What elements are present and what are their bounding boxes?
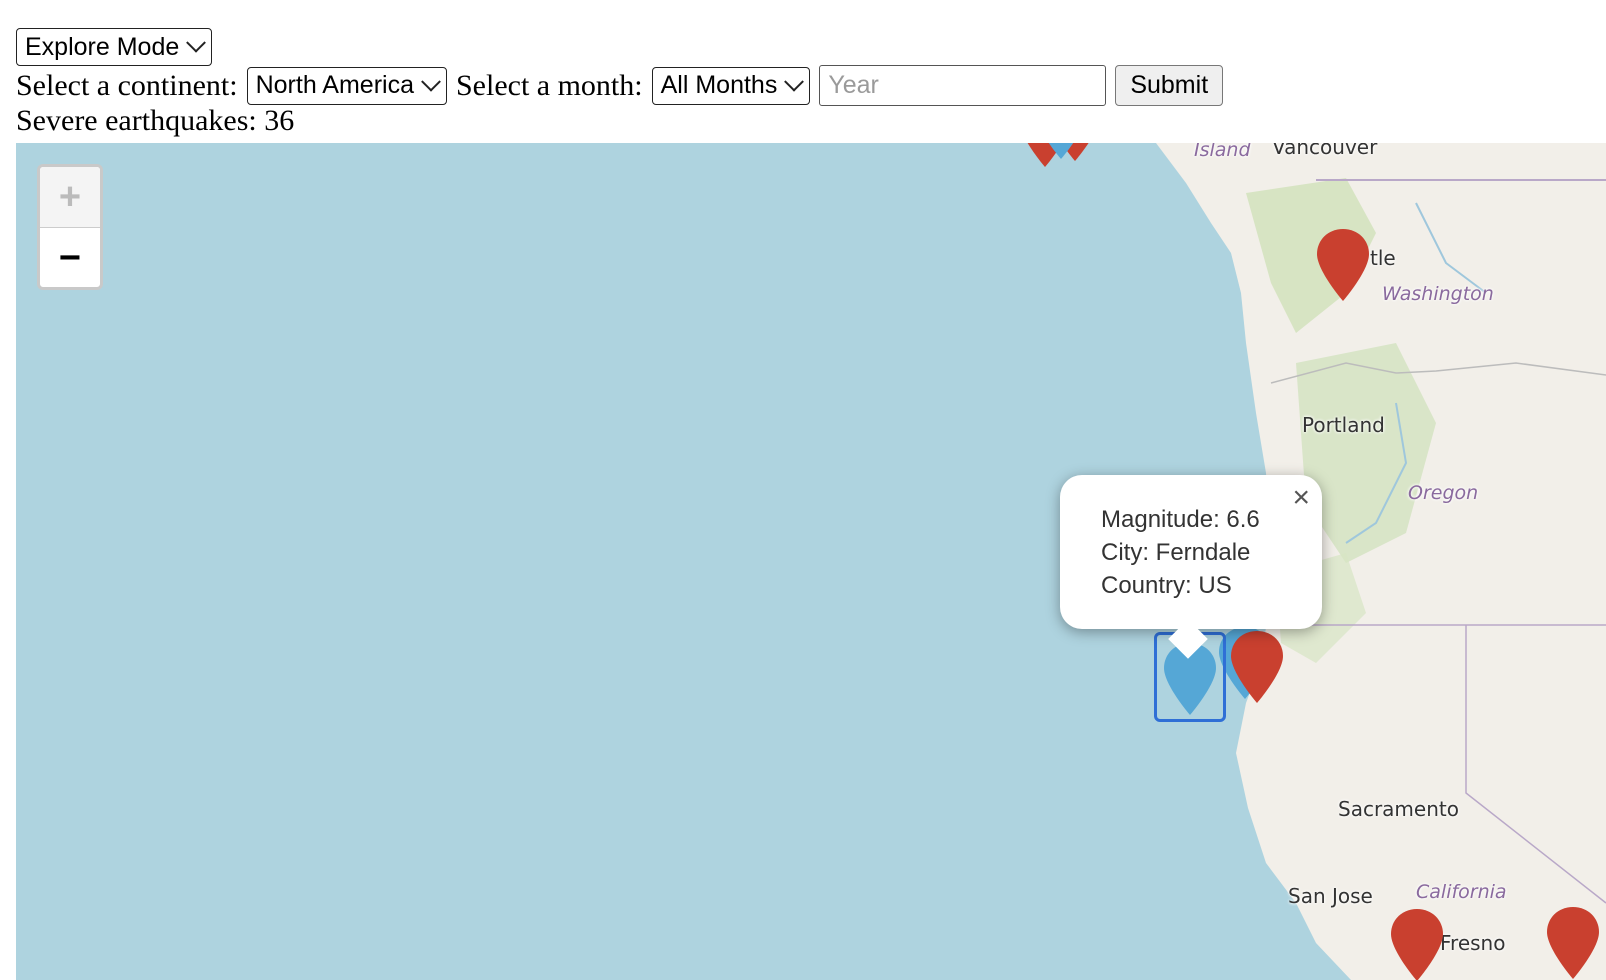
- place-label-island: Island: [1194, 143, 1251, 161]
- place-label-portland: Portland: [1302, 413, 1385, 437]
- place-label-seattle: tle: [1370, 246, 1396, 270]
- earthquake-marker[interactable]: [1032, 143, 1090, 163]
- continent-label: Select a continent:: [16, 68, 238, 102]
- mode-select[interactable]: Explore Mode: [16, 28, 213, 66]
- chevron-down-icon: [186, 32, 207, 53]
- popup-country: Country: US: [1101, 572, 1232, 599]
- submit-button[interactable]: Submit: [1115, 65, 1224, 106]
- place-label-washington: Washington: [1382, 283, 1494, 305]
- mode-row: Explore Mode: [16, 28, 213, 66]
- place-label-oregon: Oregon: [1408, 482, 1479, 504]
- year-input[interactable]: [819, 65, 1107, 106]
- earthquake-marker[interactable]: [1314, 227, 1372, 305]
- popup-content: Magnitude: 6.6 City: Ferndale Country: U…: [1101, 503, 1260, 602]
- count-value: 36: [264, 104, 295, 137]
- earthquake-popup: × Magnitude: 6.6 City: Ferndale Country:…: [1060, 475, 1322, 659]
- month-select-value: All Months: [660, 71, 778, 99]
- zoom-control: + −: [37, 164, 103, 290]
- earthquake-marker[interactable]: [1544, 905, 1602, 980]
- place-label-fresno: Fresno: [1440, 931, 1506, 955]
- continent-select[interactable]: North America: [246, 66, 447, 105]
- continent-select-value: North America: [255, 71, 414, 99]
- mode-select-value: Explore Mode: [25, 32, 180, 61]
- month-label: Select a month:: [455, 68, 643, 102]
- place-label-vancouver: Vancouver: [1272, 143, 1378, 159]
- zoom-in-button[interactable]: +: [40, 167, 100, 228]
- month-select[interactable]: All Months: [651, 66, 811, 105]
- place-label-san-jose: San Jose: [1288, 884, 1373, 908]
- earthquake-marker[interactable]: [1388, 907, 1446, 980]
- place-label-california: California: [1416, 881, 1507, 903]
- earthquake-map[interactable]: + − Island Vancouver tle Washington Port…: [16, 143, 1606, 980]
- popup-magnitude: Magnitude: 6.6: [1101, 506, 1260, 533]
- close-icon[interactable]: ×: [1292, 481, 1310, 515]
- count-label: Severe earthquakes:: [16, 104, 257, 137]
- chevron-down-icon: [421, 71, 441, 92]
- earthquake-marker[interactable]: [1228, 629, 1286, 707]
- severe-earthquakes-count: Severe earthquakes: 36: [16, 104, 294, 138]
- chevron-down-icon: [784, 71, 805, 92]
- filter-controls: Select a continent: North America Select…: [16, 65, 1224, 106]
- zoom-out-button[interactable]: −: [40, 228, 100, 287]
- popup-city: City: Ferndale: [1101, 539, 1251, 566]
- place-label-sacramento: Sacramento: [1338, 797, 1459, 821]
